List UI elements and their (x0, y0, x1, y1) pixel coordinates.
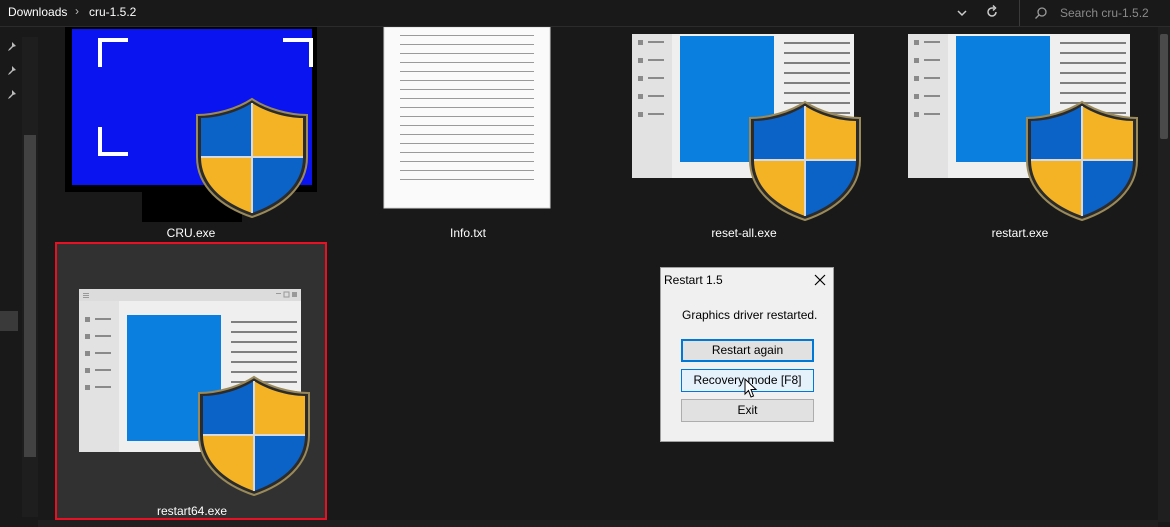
file-name: CRU.exe (166, 226, 216, 240)
breadcrumb-separator: › (75, 4, 79, 18)
restart-again-button[interactable]: Restart again (681, 339, 814, 362)
file-reset-all-exe[interactable]: reset-all.exe (632, 34, 862, 240)
content-scrollbar[interactable] (1158, 27, 1170, 522)
file-restart64-exe-selected[interactable]: restart64.exe (55, 242, 327, 520)
dialog-message: Graphics driver restarted. (682, 308, 818, 322)
navigation-pane (0, 27, 38, 527)
app-window-icon (908, 34, 1138, 221)
dialog-title: Restart 1.5 (664, 273, 723, 287)
breadcrumb-downloads[interactable]: Downloads (8, 5, 67, 19)
monitor-app-icon (65, 27, 317, 222)
status-strip (38, 520, 1158, 527)
app-window-icon (632, 34, 861, 221)
file-info-txt[interactable]: Info.txt (370, 26, 570, 240)
file-name: restart.exe (991, 226, 1049, 240)
pin-icon (8, 90, 16, 99)
file-name: Info.txt (449, 226, 487, 240)
breadcrumb-current-folder[interactable]: cru-1.5.2 (89, 5, 136, 19)
chevron-down-icon[interactable] (955, 6, 969, 20)
search-placeholder: Search cru-1.5.2 (1060, 6, 1149, 20)
pin-icon (8, 42, 16, 51)
pin-icon (8, 66, 16, 75)
nav-selected-item[interactable] (0, 311, 18, 331)
search-icon (1035, 7, 1047, 19)
mouse-pointer-icon (744, 378, 758, 398)
refresh-icon[interactable] (984, 4, 1000, 20)
content-scrollbar-thumb[interactable] (1160, 34, 1168, 139)
exit-button[interactable]: Exit (681, 399, 814, 422)
file-cru-exe[interactable]: CRU.exe (60, 27, 320, 240)
file-restart-exe[interactable]: restart.exe (908, 34, 1148, 240)
app-window-icon (79, 289, 310, 496)
file-name: restart64.exe (156, 504, 228, 518)
text-document-icon (383, 26, 551, 209)
close-icon[interactable] (811, 271, 829, 289)
file-name: reset-all.exe (711, 226, 777, 240)
nav-scrollbar-thumb[interactable] (24, 135, 36, 457)
address-bar: Downloads › cru-1.5.2 Search cru-1.5.2 (0, 0, 1170, 27)
search-box[interactable]: Search cru-1.5.2 (1019, 0, 1170, 26)
restart-dialog: Restart 1.5 Graphics driver restarted. R… (660, 267, 834, 442)
